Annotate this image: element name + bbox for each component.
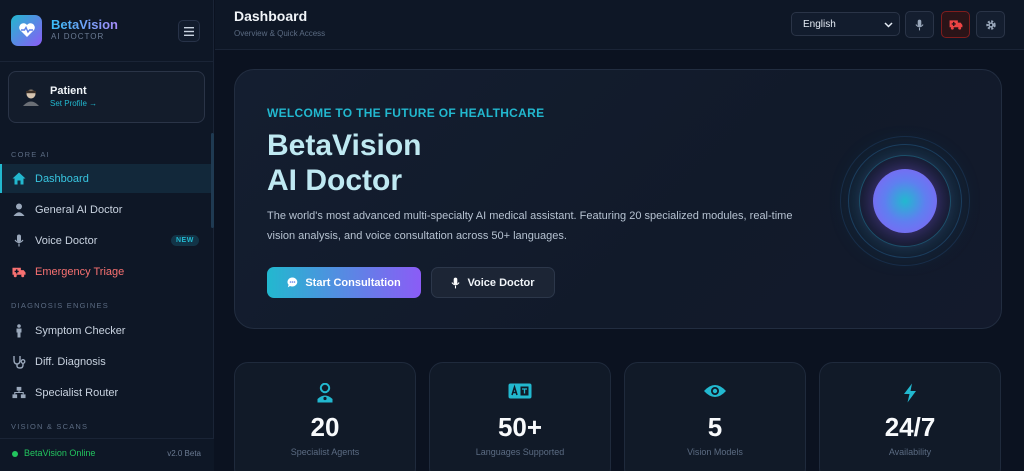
sidebar-item-label: Symptom Checker — [35, 324, 126, 337]
version-label: v2.0 Beta — [167, 449, 201, 458]
sidebar-scrollbar[interactable] — [211, 133, 214, 228]
online-status-dot — [12, 451, 18, 457]
language-select[interactable]: English — [791, 12, 900, 36]
hamburger-icon — [184, 26, 194, 36]
sidebar-item-label: Voice Doctor — [35, 234, 98, 247]
hero-title-line2: AI Doctor — [267, 164, 402, 197]
patient-name: Patient — [50, 85, 87, 97]
stat-card-languages: 50+ Languages Supported — [429, 362, 611, 471]
start-consultation-label: Start Consultation — [305, 276, 401, 289]
brand[interactable]: BetaVision AI DOCTOR — [11, 14, 118, 46]
ai-orb-graphic — [873, 169, 937, 233]
sidebar-item-label: Emergency Triage — [35, 265, 125, 278]
home-icon — [12, 172, 26, 186]
hero-title: BetaVision AI Doctor — [267, 128, 422, 198]
eye-icon — [625, 383, 805, 399]
sidebar-item-label: Dashboard — [35, 172, 89, 185]
patient-avatar-icon — [23, 89, 39, 106]
stat-label: Languages Supported — [475, 447, 565, 457]
stat-label: Availability — [888, 447, 932, 457]
stat-value: 5 — [707, 412, 723, 442]
set-profile-link[interactable]: Set Profile → — [50, 98, 97, 110]
page-subtitle: Overview & Quick Access — [234, 29, 326, 38]
microphone-icon — [451, 277, 461, 289]
start-consultation-button[interactable]: Start Consultation — [267, 267, 421, 298]
language-select-value: English — [803, 18, 836, 30]
section-label-vision-scans: VISION & SCANS — [11, 422, 89, 431]
ambulance-icon — [949, 20, 962, 30]
microphone-icon — [915, 19, 924, 30]
sidebar-item-symptom-checker[interactable]: Symptom Checker — [0, 316, 211, 345]
chevron-down-icon — [884, 22, 893, 28]
microphone-icon — [12, 234, 26, 248]
voice-doctor-label: Voice Doctor — [467, 276, 535, 289]
section-label-core-ai: CORE AI — [11, 150, 50, 159]
sidebar-item-specialist-router[interactable]: Specialist Router — [0, 378, 211, 407]
network-icon — [12, 386, 26, 400]
stat-card-availability: 24/7 Availability — [819, 362, 1001, 471]
stat-card-specialist-agents: 20 Specialist Agents — [234, 362, 416, 471]
sidebar-divider — [0, 61, 214, 62]
section-label-diagnosis-engines: DIAGNOSIS ENGINES — [11, 301, 109, 310]
sidebar-item-general-ai-doctor[interactable]: General AI Doctor — [0, 195, 211, 224]
chat-bubble-icon — [287, 277, 298, 288]
stat-card-vision-models: 5 Vision Models — [624, 362, 806, 471]
brand-subtitle: AI DOCTOR — [51, 32, 105, 41]
stat-value: 24/7 — [884, 412, 936, 442]
stethoscope-icon — [12, 355, 26, 369]
voice-input-button[interactable] — [905, 11, 934, 38]
ambulance-icon — [12, 265, 26, 279]
gear-icon — [985, 19, 996, 30]
doctor-icon — [12, 203, 26, 217]
sidebar-item-diff-diagnosis[interactable]: Diff. Diagnosis — [0, 347, 211, 376]
stat-label: Specialist Agents — [290, 447, 360, 457]
hero-card: WELCOME TO THE FUTURE OF HEALTHCARE Beta… — [234, 69, 1002, 329]
online-status-text: BetaVision Online — [24, 448, 96, 458]
sidebar-footer: BetaVision Online v2.0 Beta — [0, 438, 214, 471]
doctor-icon — [235, 383, 415, 403]
page-title: Dashboard — [234, 8, 308, 24]
translate-icon — [430, 383, 610, 399]
bolt-icon — [820, 383, 1000, 403]
stat-value: 50+ — [497, 412, 543, 442]
stat-label: Vision Models — [687, 447, 743, 457]
hero-eyebrow: WELCOME TO THE FUTURE OF HEALTHCARE — [267, 106, 545, 120]
stat-value: 20 — [310, 412, 340, 442]
settings-button[interactable] — [976, 11, 1005, 38]
voice-doctor-button[interactable]: Voice Doctor — [431, 267, 555, 298]
sidebar: BetaVision AI DOCTOR Patient Set Profile… — [0, 0, 214, 471]
person-icon — [12, 323, 26, 338]
sidebar-item-voice-doctor[interactable]: Voice Doctor NEW — [0, 226, 211, 255]
sidebar-item-dashboard[interactable]: Dashboard — [0, 164, 211, 193]
new-badge: NEW — [171, 235, 199, 246]
hero-title-line1: BetaVision — [267, 129, 422, 162]
sidebar-item-label: Diff. Diagnosis — [35, 355, 106, 368]
patient-card[interactable]: Patient Set Profile → — [8, 71, 205, 123]
sidebar-item-emergency-triage[interactable]: Emergency Triage — [0, 257, 211, 286]
menu-toggle-button[interactable] — [178, 20, 200, 42]
hero-description: The world's most advanced multi-specialt… — [267, 210, 793, 242]
sidebar-item-label: General AI Doctor — [35, 203, 123, 216]
brand-name: BetaVision — [51, 17, 118, 32]
sidebar-item-label: Specialist Router — [35, 386, 119, 399]
emergency-button[interactable] — [941, 11, 970, 38]
top-header: Dashboard Overview & Quick Access Englis… — [215, 0, 1024, 50]
heart-pulse-logo-icon — [11, 14, 42, 46]
